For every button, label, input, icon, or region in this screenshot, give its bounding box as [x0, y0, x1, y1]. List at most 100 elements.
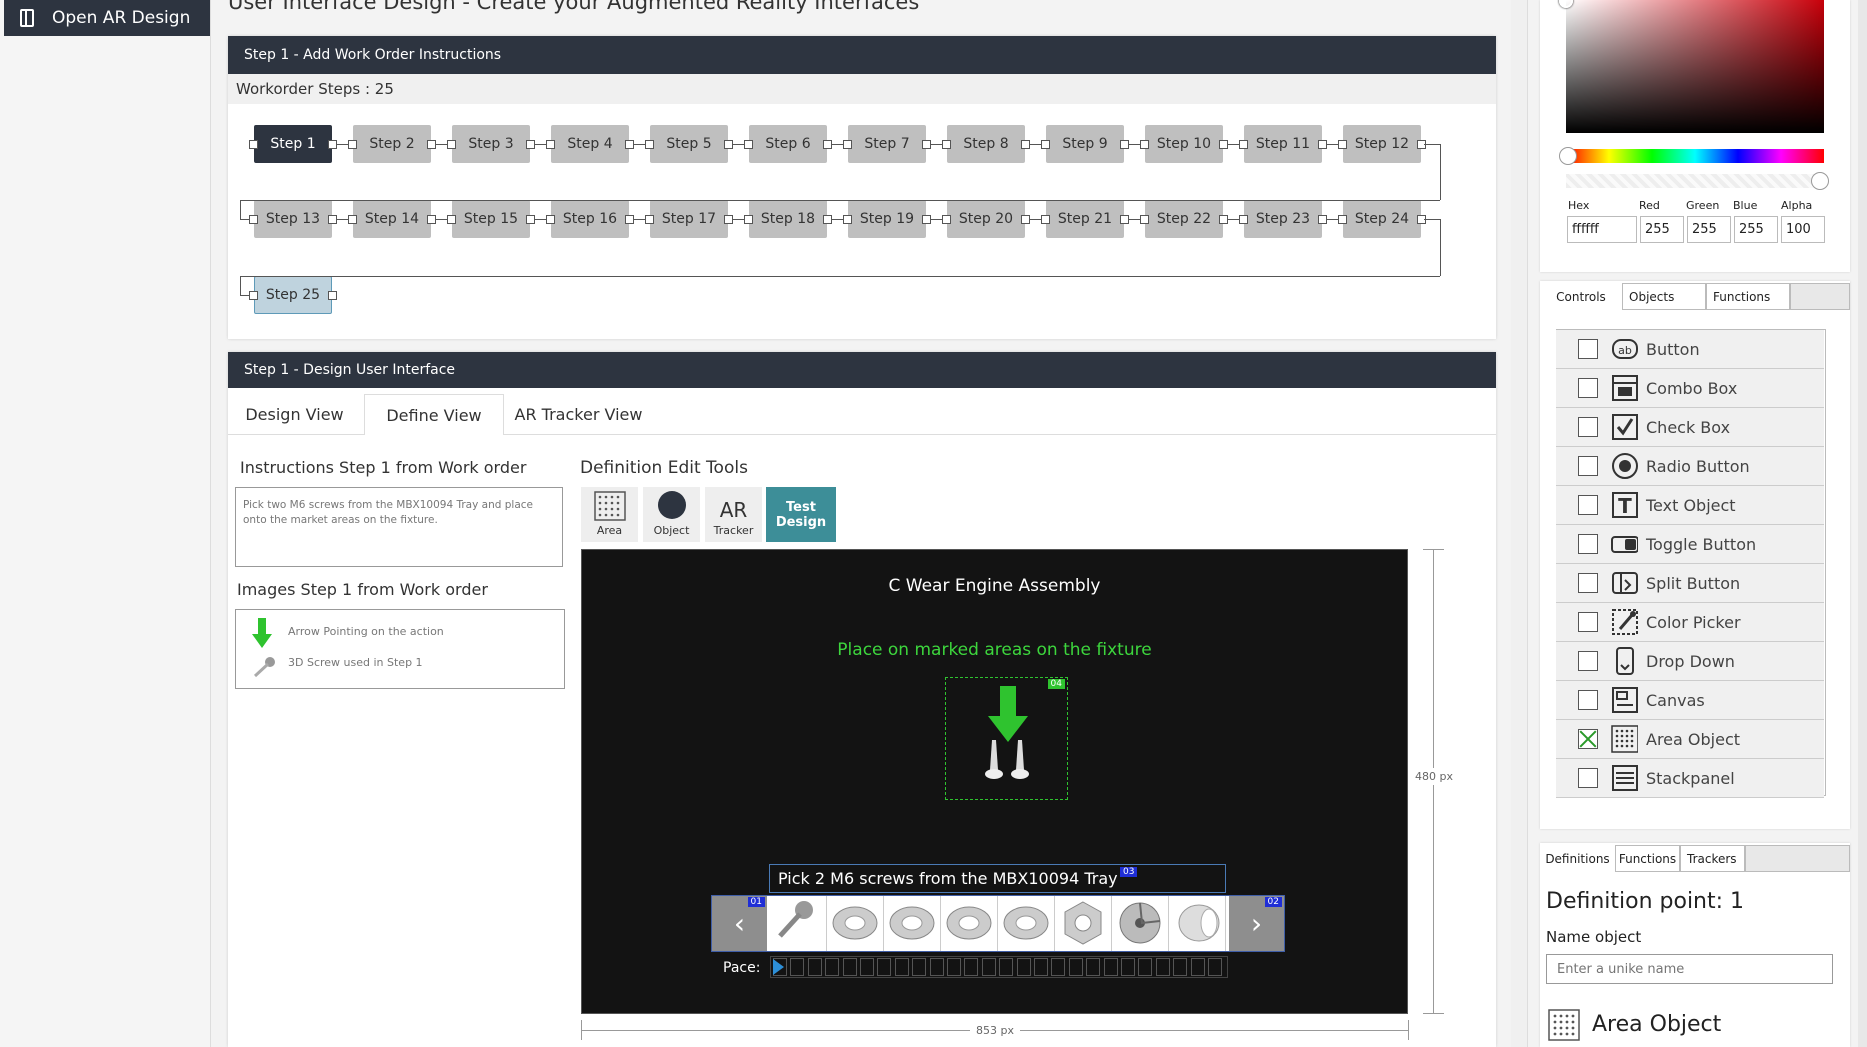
control-item[interactable]: ab Button	[1556, 330, 1824, 369]
control-item[interactable]: Check Box	[1556, 408, 1824, 447]
workorder-step[interactable]: Step 4	[551, 125, 629, 163]
open-ar-design-button[interactable]: Open AR Design	[4, 0, 210, 36]
pace-play-icon[interactable]	[773, 959, 784, 975]
carousel-prev-button[interactable]: ‹ 01	[712, 896, 767, 951]
control-checkbox[interactable]	[1578, 417, 1598, 437]
control-item[interactable]: Stackpanel	[1556, 759, 1824, 798]
hex-input[interactable]: ffffff	[1567, 216, 1637, 243]
tab-design-view[interactable]: Design View	[228, 394, 361, 434]
carousel-part-item[interactable]	[1055, 896, 1112, 951]
workorder-step[interactable]: Step 24	[1343, 200, 1421, 238]
control-checkbox[interactable]	[1578, 768, 1598, 788]
control-item[interactable]: T Text Object	[1556, 486, 1824, 525]
workorder-step[interactable]: Step 14	[353, 200, 431, 238]
control-item[interactable]: Toggle Button	[1556, 525, 1824, 564]
name-object-input[interactable]	[1546, 954, 1833, 984]
control-checkbox[interactable]	[1578, 378, 1598, 398]
tab-ar-tracker-view[interactable]: AR Tracker View	[506, 394, 651, 434]
green-input[interactable]: 255	[1687, 216, 1731, 243]
control-checkbox[interactable]	[1578, 456, 1598, 476]
control-checkbox[interactable]	[1578, 690, 1598, 710]
image-item-screw[interactable]: 3D Screw used in Step 1	[288, 656, 423, 669]
carousel-next-button[interactable]: › 02	[1229, 896, 1284, 951]
control-checkbox[interactable]	[1578, 534, 1598, 554]
width-dimension-cap-left	[581, 1020, 582, 1040]
tab-functions[interactable]: Functions	[1706, 283, 1790, 310]
left-sidebar	[0, 0, 211, 1047]
workorder-step[interactable]: Step 6	[749, 125, 827, 163]
color-saturation-field[interactable]	[1566, 0, 1824, 133]
workorder-step[interactable]: Step 2	[353, 125, 431, 163]
workorder-step[interactable]: Step 23	[1244, 200, 1322, 238]
image-item-arrow[interactable]: Arrow Pointing on the action	[288, 625, 444, 638]
workorder-step[interactable]: Step 20	[947, 200, 1025, 238]
right-scrollbar[interactable]	[1858, 0, 1867, 1047]
workorder-step[interactable]: Step 12	[1343, 125, 1421, 163]
control-checkbox[interactable]	[1578, 573, 1598, 593]
workorder-step[interactable]: Step 1	[254, 125, 332, 163]
workorder-step[interactable]: Step 5	[650, 125, 728, 163]
control-item[interactable]: Area Object	[1556, 720, 1824, 759]
control-checkbox[interactable]	[1578, 729, 1598, 749]
svg-text:ab: ab	[1618, 344, 1632, 357]
control-checkbox[interactable]	[1578, 612, 1598, 632]
control-item[interactable]: Combo Box	[1556, 369, 1824, 408]
tracker-tool-button[interactable]: AR Tracker	[705, 487, 762, 542]
blue-input[interactable]: 255	[1734, 216, 1778, 243]
control-item-label: Split Button	[1646, 573, 1741, 593]
workorder-step[interactable]: Step 22	[1145, 200, 1223, 238]
workorder-step[interactable]: Step 11	[1244, 125, 1322, 163]
workorder-step[interactable]: Step 19	[848, 200, 926, 238]
test-design-button[interactable]: Test Design	[766, 487, 836, 542]
workorder-step[interactable]: Step 13	[254, 200, 332, 238]
hue-slider[interactable]	[1566, 149, 1824, 163]
step-connector-out	[526, 140, 535, 149]
carousel-part-item[interactable]	[941, 896, 998, 951]
workorder-step[interactable]: Step 10	[1145, 125, 1223, 163]
tab-objects[interactable]: Objects	[1622, 283, 1706, 310]
alpha-input[interactable]: 100	[1781, 216, 1825, 243]
wrap-link	[240, 200, 241, 219]
pick-instruction-text[interactable]: Pick 2 M6 screws from the MBX10094 Tray …	[769, 864, 1226, 893]
workorder-step[interactable]: Step 9	[1046, 125, 1124, 163]
control-item[interactable]: Color Picker	[1556, 603, 1824, 642]
tab-controls[interactable]: Controls	[1540, 283, 1622, 310]
object-tool-button[interactable]: Object	[643, 487, 700, 542]
wrap-link	[240, 219, 249, 220]
area-object-04[interactable]: 04	[945, 677, 1068, 800]
control-item[interactable]: Canvas	[1556, 681, 1824, 720]
workorder-step[interactable]: Step 17	[650, 200, 728, 238]
control-item[interactable]: Drop Down	[1556, 642, 1824, 681]
tab-trackers[interactable]: Trackers	[1680, 845, 1745, 872]
control-checkbox[interactable]	[1578, 495, 1598, 515]
carousel-part-item[interactable]	[998, 896, 1055, 951]
red-input[interactable]: 255	[1640, 216, 1684, 243]
control-checkbox[interactable]	[1578, 339, 1598, 359]
workorder-step[interactable]: Step 15	[452, 200, 530, 238]
workorder-step[interactable]: Step 3	[452, 125, 530, 163]
workorder-step[interactable]: Step 25	[254, 276, 332, 314]
carousel-part-item[interactable]	[1169, 896, 1226, 951]
workorder-step[interactable]: Step 7	[848, 125, 926, 163]
workorder-step[interactable]: Step 8	[947, 125, 1025, 163]
carousel-part-item[interactable]	[770, 896, 827, 951]
workorder-step[interactable]: Step 21	[1046, 200, 1124, 238]
tab-def-functions[interactable]: Functions	[1615, 845, 1680, 872]
control-item[interactable]: Split Button	[1556, 564, 1824, 603]
workorder-step[interactable]: Step 16	[551, 200, 629, 238]
control-checkbox[interactable]	[1578, 651, 1598, 671]
step-link	[733, 144, 744, 145]
carousel-part-item[interactable]	[827, 896, 884, 951]
alpha-slider-handle[interactable]	[1811, 172, 1829, 190]
control-item[interactable]: Radio Button	[1556, 447, 1824, 486]
area-tool-button[interactable]: Area	[581, 487, 638, 542]
tab-define-view[interactable]: Define View	[364, 394, 504, 435]
alpha-slider[interactable]	[1566, 174, 1824, 188]
hue-slider-handle[interactable]	[1559, 147, 1577, 165]
instructions-textbox[interactable]: Pick two M6 screws from the MBX10094 Tra…	[235, 487, 563, 567]
control-item-label: Combo Box	[1646, 378, 1738, 398]
tab-definitions[interactable]: Definitions	[1540, 845, 1615, 872]
workorder-step[interactable]: Step 18	[749, 200, 827, 238]
carousel-part-item[interactable]	[1112, 896, 1169, 951]
carousel-part-item[interactable]	[884, 896, 941, 951]
